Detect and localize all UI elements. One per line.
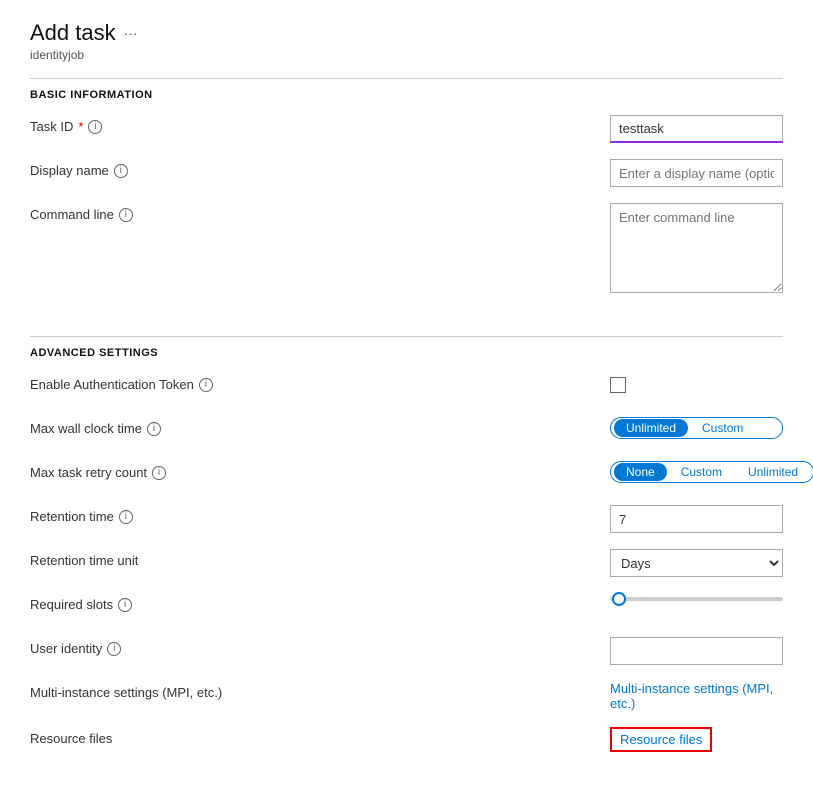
user-identity-info-icon[interactable]: i <box>107 642 121 656</box>
resource-files-row: Resource files Resource files <box>30 727 783 755</box>
mpi-row: Multi-instance settings (MPI, etc.) Mult… <box>30 681 783 711</box>
user-identity-label: User identity i <box>30 637 610 656</box>
retention-time-unit-select[interactable]: Days Hours Minutes <box>610 549 783 577</box>
required-slots-info-icon[interactable]: i <box>118 598 132 612</box>
retention-time-input-area <box>610 505 783 533</box>
display-name-input-area <box>610 159 783 187</box>
task-id-input-area <box>610 115 783 143</box>
task-id-input[interactable] <box>610 115 783 143</box>
retention-time-input[interactable] <box>610 505 783 533</box>
auth-token-label: Enable Authentication Token i <box>30 373 610 392</box>
resource-files-link-area: Resource files <box>610 727 783 752</box>
max-retry-custom-btn[interactable]: Custom <box>669 463 734 481</box>
basic-info-header: BASIC INFORMATION <box>30 78 783 101</box>
command-line-row: Command line i <box>30 203 783 296</box>
user-identity-row: User identity i <box>30 637 783 665</box>
retention-time-unit-label: Retention time unit <box>30 549 610 568</box>
task-id-label: Task ID * i <box>30 115 610 134</box>
max-retry-toggle-group: None Custom Unlimited <box>610 461 813 483</box>
max-wall-clock-unlimited-btn[interactable]: Unlimited <box>614 419 688 437</box>
advanced-settings-header: ADVANCED SETTINGS <box>30 336 783 359</box>
display-name-label: Display name i <box>30 159 610 178</box>
auth-token-info-icon[interactable]: i <box>199 378 213 392</box>
required-slots-label: Required slots i <box>30 593 610 612</box>
retention-time-row: Retention time i <box>30 505 783 533</box>
command-line-input[interactable] <box>610 203 783 293</box>
command-line-info-icon[interactable]: i <box>119 208 133 222</box>
retention-time-info-icon[interactable]: i <box>119 510 133 524</box>
title-menu-icon[interactable]: ··· <box>124 25 138 41</box>
required-slots-row: Required slots i <box>30 593 783 621</box>
display-name-input[interactable] <box>610 159 783 187</box>
display-name-row: Display name i <box>30 159 783 187</box>
task-id-info-icon[interactable]: i <box>88 120 102 134</box>
max-retry-none-btn[interactable]: None <box>614 463 667 481</box>
mpi-link-area: Multi-instance settings (MPI, etc.) <box>610 681 783 711</box>
max-wall-clock-custom-btn[interactable]: Custom <box>690 419 755 437</box>
user-identity-input[interactable] <box>610 637 783 665</box>
retention-time-unit-row: Retention time unit Days Hours Minutes <box>30 549 783 577</box>
mpi-link[interactable]: Multi-instance settings (MPI, etc.) <box>610 681 773 711</box>
retention-time-label: Retention time i <box>30 505 610 524</box>
command-line-input-area <box>610 203 783 296</box>
auth-token-checkbox-area <box>610 373 783 393</box>
max-retry-unlimited-btn[interactable]: Unlimited <box>736 463 810 481</box>
resource-files-label: Resource files <box>30 727 610 746</box>
resource-files-link[interactable]: Resource files <box>610 727 712 752</box>
retention-time-unit-select-area: Days Hours Minutes <box>610 549 783 577</box>
page-subtitle: identityjob <box>30 48 783 62</box>
user-identity-input-area <box>610 637 783 665</box>
command-line-label: Command line i <box>30 203 610 222</box>
task-id-row: Task ID * i <box>30 115 783 143</box>
required-slots-slider-area <box>610 593 783 601</box>
max-retry-toggle-area: None Custom Unlimited <box>610 461 813 483</box>
display-name-info-icon[interactable]: i <box>114 164 128 178</box>
required-slots-slider[interactable] <box>610 593 783 601</box>
auth-token-checkbox[interactable] <box>610 377 626 393</box>
page-title: Add task ··· <box>30 20 783 46</box>
max-wall-clock-label: Max wall clock time i <box>30 417 610 436</box>
max-wall-clock-row: Max wall clock time i Unlimited Custom <box>30 417 783 445</box>
max-wall-clock-toggle-group: Unlimited Custom <box>610 417 783 439</box>
max-wall-clock-info-icon[interactable]: i <box>147 422 161 436</box>
max-retry-info-icon[interactable]: i <box>152 466 166 480</box>
auth-token-row: Enable Authentication Token i <box>30 373 783 401</box>
max-retry-row: Max task retry count i None Custom Unlim… <box>30 461 783 489</box>
max-wall-clock-toggle-area: Unlimited Custom <box>610 417 783 439</box>
max-retry-label: Max task retry count i <box>30 461 610 480</box>
